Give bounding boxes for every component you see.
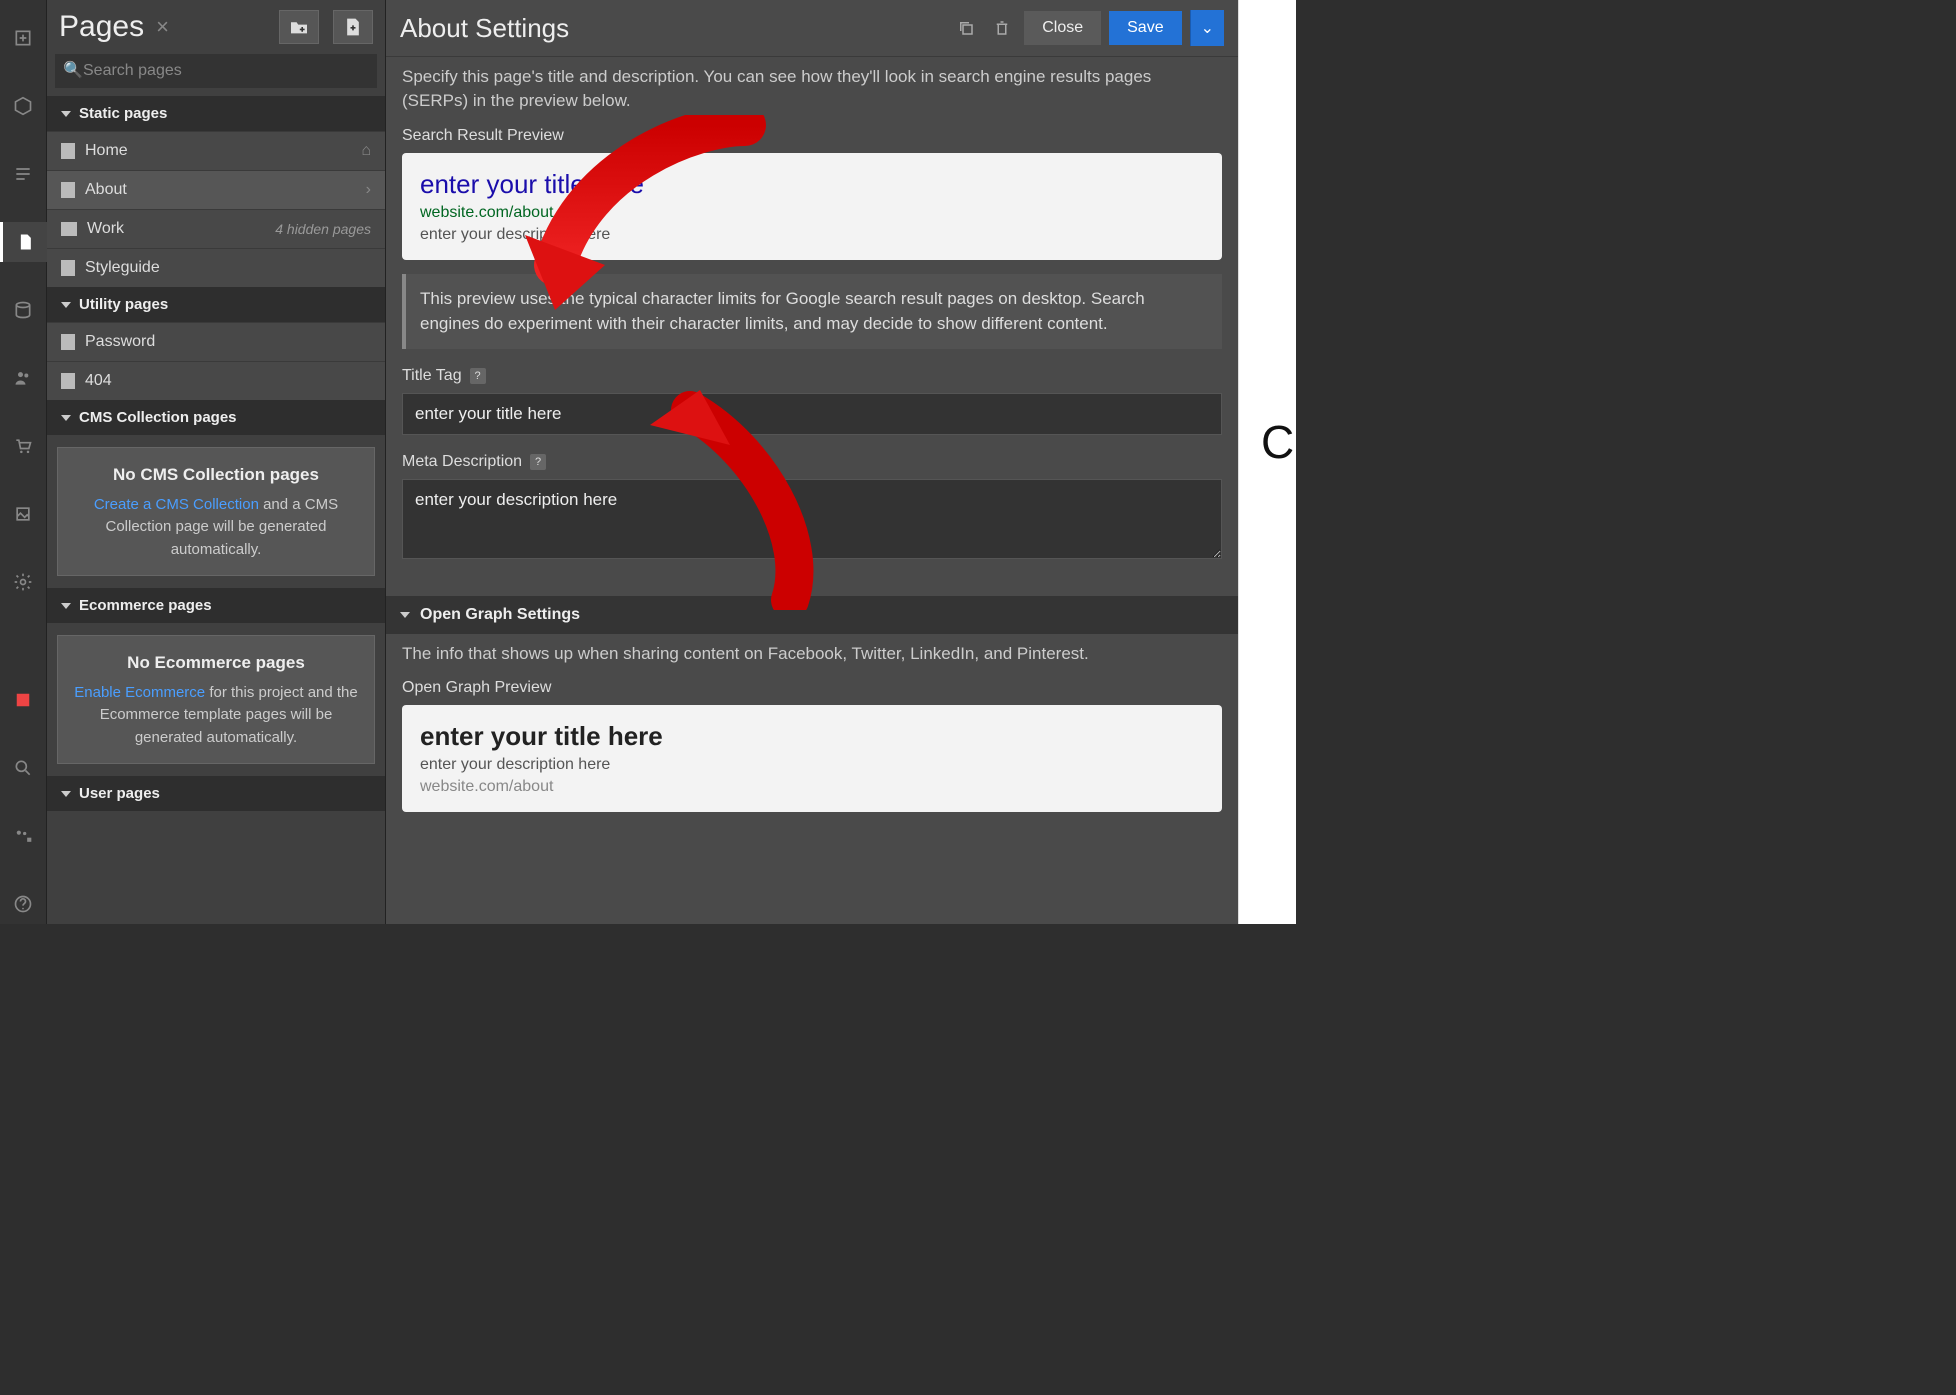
og-section: The info that shows up when sharing cont… [386, 634, 1238, 827]
layout-icon[interactable] [0, 154, 47, 194]
seo-description: Specify this page's title and descriptio… [402, 65, 1222, 113]
caret-down-icon [61, 415, 71, 421]
search-input[interactable] [55, 54, 377, 88]
og-preview: enter your title here enter your descrip… [402, 705, 1222, 812]
page-icon [61, 182, 75, 198]
caret-down-icon [61, 791, 71, 797]
pages-title: Pages [59, 10, 144, 44]
cms-pages-header[interactable]: CMS Collection pages [47, 400, 385, 435]
close-button[interactable]: Close [1024, 11, 1101, 45]
cms-empty-state: No CMS Collection pages Create a CMS Col… [57, 447, 375, 576]
new-folder-icon[interactable] [279, 10, 319, 44]
ecommerce-pages-header[interactable]: Ecommerce pages [47, 588, 385, 623]
settings-header: About Settings Close Save ⌄ [386, 0, 1238, 57]
help-icon[interactable] [0, 884, 47, 924]
serp-preview: enter your title here website.com/about … [402, 153, 1222, 260]
cart-icon[interactable] [0, 426, 47, 466]
pages-header: Pages × [47, 0, 385, 54]
chevron-down-icon: ⌄ [1201, 20, 1214, 37]
meta-desc-label: Meta Description? [402, 453, 1222, 471]
serp-title: enter your title here [420, 169, 1204, 200]
trash-icon[interactable] [988, 14, 1016, 42]
help-icon[interactable]: ? [530, 454, 546, 470]
page-icon [61, 143, 75, 159]
title-tag-label: Title Tag? [402, 367, 1222, 385]
page-icon [61, 260, 75, 276]
og-settings-header[interactable]: Open Graph Settings [386, 596, 1238, 634]
page-item-password[interactable]: Password [47, 322, 385, 361]
settings-title: About Settings [400, 13, 569, 44]
folder-icon [61, 222, 77, 236]
new-page-icon[interactable] [333, 10, 373, 44]
page-item-about[interactable]: About› [47, 170, 385, 209]
copy-icon[interactable] [952, 14, 980, 42]
page-item-styleguide[interactable]: Styleguide [47, 248, 385, 287]
page-icon [61, 334, 75, 350]
og-title: enter your title here [420, 721, 1204, 752]
close-icon[interactable]: × [156, 14, 169, 40]
chevron-right-icon: › [366, 181, 371, 199]
search-wrap: 🔍 [47, 54, 385, 96]
gear-icon[interactable] [0, 562, 47, 602]
search-icon[interactable] [0, 748, 47, 788]
settings-panel: About Settings Close Save ⌄ Specify this… [386, 0, 1238, 924]
canvas-preview: C [1238, 0, 1296, 924]
serp-desc: enter your description here [420, 226, 1204, 244]
serp-preview-label: Search Result Preview [402, 127, 1222, 145]
page-item-404[interactable]: 404 [47, 361, 385, 400]
caret-down-icon [400, 612, 410, 618]
users-icon[interactable] [0, 358, 47, 398]
add-icon[interactable] [0, 18, 47, 58]
save-dropdown-button[interactable]: ⌄ [1190, 10, 1224, 46]
video-icon[interactable] [0, 816, 47, 856]
home-icon: ⌂ [361, 142, 371, 160]
page-icon [61, 373, 75, 389]
caret-down-icon [61, 603, 71, 609]
user-pages-header[interactable]: User pages [47, 776, 385, 811]
og-url: website.com/about [420, 778, 1204, 796]
seo-section: Specify this page's title and descriptio… [386, 57, 1238, 596]
page-item-work[interactable]: Work4 hidden pages [47, 209, 385, 248]
pages-icon[interactable] [0, 222, 47, 262]
utility-pages-header[interactable]: Utility pages [47, 287, 385, 322]
serp-url: website.com/about [420, 204, 1204, 222]
help-icon[interactable]: ? [470, 368, 486, 384]
caret-down-icon [61, 302, 71, 308]
og-preview-label: Open Graph Preview [402, 679, 1222, 697]
static-pages-header[interactable]: Static pages [47, 96, 385, 131]
caret-down-icon [61, 111, 71, 117]
left-tool-rail [0, 0, 47, 924]
ecommerce-empty-state: No Ecommerce pages Enable Ecommerce for … [57, 635, 375, 764]
audit-icon[interactable] [0, 680, 47, 720]
title-tag-input[interactable] [402, 393, 1222, 435]
og-description: The info that shows up when sharing cont… [402, 642, 1222, 666]
create-cms-link[interactable]: Create a CMS Collection [94, 496, 259, 513]
enable-ecommerce-link[interactable]: Enable Ecommerce [74, 684, 205, 701]
meta-desc-input[interactable] [402, 479, 1222, 559]
database-icon[interactable] [0, 290, 47, 330]
page-item-home[interactable]: Home⌂ [47, 131, 385, 170]
og-desc: enter your description here [420, 756, 1204, 774]
box-icon[interactable] [0, 86, 47, 126]
serp-note: This preview uses the typical character … [402, 274, 1222, 349]
save-button[interactable]: Save [1109, 11, 1181, 45]
assets-icon[interactable] [0, 494, 47, 534]
pages-panel: Pages × 🔍 Static pages Home⌂ About› Work… [47, 0, 386, 924]
magnify-icon: 🔍 [63, 60, 83, 80]
canvas-glyph: C [1261, 415, 1294, 469]
